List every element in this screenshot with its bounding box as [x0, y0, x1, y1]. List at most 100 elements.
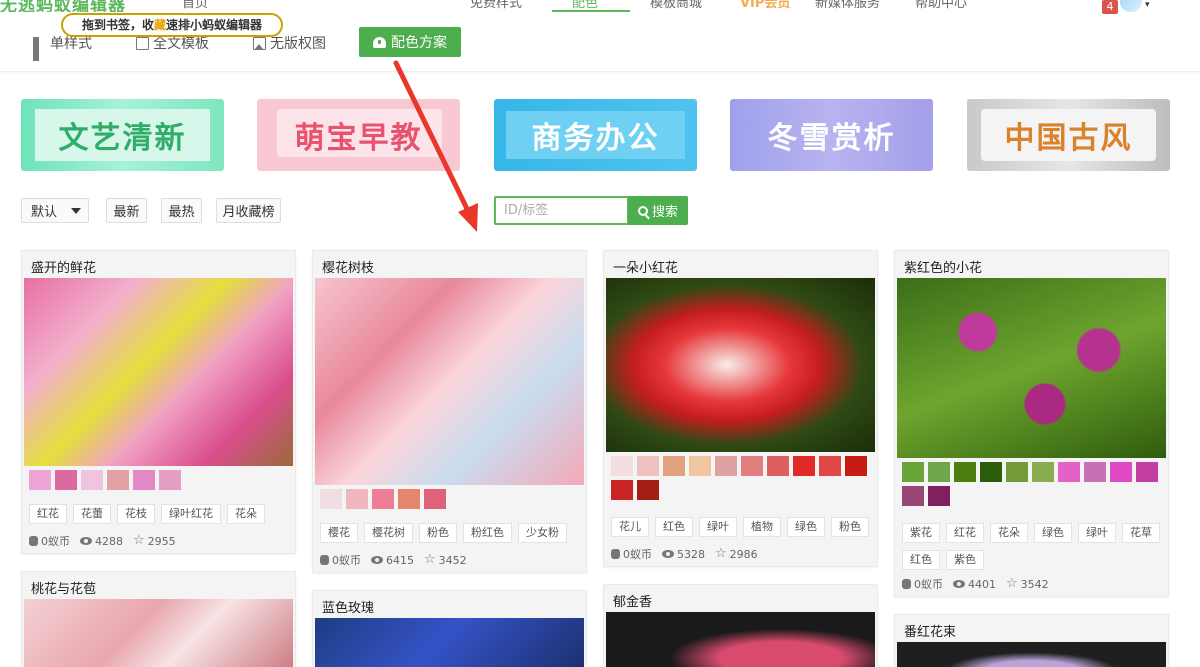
color-scheme-button[interactable]: 配色方案 [359, 27, 461, 57]
search-button[interactable]: 搜索 [628, 196, 688, 225]
color-swatch[interactable] [320, 489, 342, 509]
tag[interactable]: 红花 [946, 523, 984, 543]
chevron-down-icon[interactable]: ▾ [1145, 0, 1150, 10]
tag[interactable]: 绿叶 [1078, 523, 1116, 543]
bookmark-tip[interactable]: 拖到书签，收藏速排小蚂蚁编辑器 [61, 13, 283, 37]
color-swatch[interactable] [81, 470, 103, 490]
color-swatch[interactable] [954, 462, 976, 482]
color-swatch[interactable] [902, 486, 924, 506]
category-banner-literary[interactable]: 文艺清新 [21, 99, 224, 171]
tag[interactable]: 花草 [1122, 523, 1160, 543]
color-swatch[interactable] [793, 456, 815, 476]
search-input[interactable] [494, 196, 629, 225]
color-swatch[interactable] [637, 480, 659, 500]
card-image[interactable] [24, 278, 293, 466]
category-banner-business[interactable]: 商务办公 [494, 99, 697, 171]
tag[interactable]: 樱花 [320, 523, 358, 543]
color-swatch[interactable] [767, 456, 789, 476]
tag[interactable]: 绿色 [1034, 523, 1072, 543]
category-banner-baby[interactable]: 萌宝早教 [257, 99, 460, 171]
color-swatch[interactable] [928, 462, 950, 482]
card-image[interactable] [24, 599, 293, 667]
color-swatch[interactable] [1084, 462, 1106, 482]
color-swatch[interactable] [1110, 462, 1132, 482]
sort-hottest-button[interactable]: 最热 [161, 198, 202, 223]
color-swatch[interactable] [372, 489, 394, 509]
color-card[interactable]: 番红花束 [894, 614, 1169, 667]
tag[interactable]: 少女粉 [518, 523, 567, 543]
color-swatch[interactable] [611, 480, 633, 500]
color-swatch[interactable] [424, 489, 446, 509]
color-swatch[interactable] [346, 489, 368, 509]
color-swatch[interactable] [637, 456, 659, 476]
tag[interactable]: 粉色 [831, 517, 869, 537]
star-icon[interactable]: ☆ [1006, 577, 1018, 590]
color-swatch[interactable] [715, 456, 737, 476]
color-swatch[interactable] [663, 456, 685, 476]
nav-item-home[interactable]: 首页 [182, 0, 208, 11]
color-card[interactable]: 桃花与花苞 [21, 571, 296, 667]
tag[interactable]: 红色 [902, 550, 940, 570]
tag[interactable]: 植物 [743, 517, 781, 537]
card-image[interactable] [897, 278, 1166, 458]
card-image[interactable] [606, 612, 875, 667]
tag[interactable]: 花蕾 [73, 504, 111, 524]
color-swatch[interactable] [55, 470, 77, 490]
nav-item-templates[interactable]: 模板商城 [650, 0, 702, 11]
tag[interactable]: 花朵 [990, 523, 1028, 543]
tag[interactable]: 粉红色 [463, 523, 512, 543]
color-card[interactable]: 一朵小红花 花儿 红色 绿叶 植物 绿色 粉色 0蚁币 5328 ☆ 2986 [603, 250, 878, 567]
star-icon[interactable]: ☆ [715, 547, 727, 560]
color-swatch[interactable] [398, 489, 420, 509]
color-swatch[interactable] [611, 456, 633, 476]
tag[interactable]: 紫色 [946, 550, 984, 570]
card-image[interactable] [897, 642, 1166, 667]
color-swatch[interactable] [928, 486, 950, 506]
sort-newest-button[interactable]: 最新 [106, 198, 147, 223]
category-banner-chinese[interactable]: 中国古风 [967, 99, 1170, 171]
color-swatch[interactable] [159, 470, 181, 490]
color-swatch[interactable] [133, 470, 155, 490]
tag[interactable]: 绿叶 [699, 517, 737, 537]
tag[interactable]: 樱花树 [364, 523, 413, 543]
category-banner-winter[interactable]: 冬雪赏析 [730, 99, 933, 171]
color-swatch[interactable] [902, 462, 924, 482]
color-swatch[interactable] [1006, 462, 1028, 482]
card-image[interactable] [606, 278, 875, 452]
star-icon[interactable]: ☆ [424, 553, 436, 566]
tag[interactable]: 花朵 [227, 504, 265, 524]
color-card[interactable]: 蓝色玫瑰 [312, 590, 587, 667]
color-card[interactable]: 盛开的鲜花 红花 花蕾 花枝 绿叶红花 花朵 0蚁币 4288 ☆ 2955 [21, 250, 296, 554]
color-swatch[interactable] [1032, 462, 1054, 482]
color-swatch[interactable] [980, 462, 1002, 482]
color-swatch[interactable] [29, 470, 51, 490]
tag[interactable]: 绿色 [787, 517, 825, 537]
tag[interactable]: 紫花 [902, 523, 940, 543]
tag[interactable]: 粉色 [419, 523, 457, 543]
nav-item-media[interactable]: 新媒体服务 [815, 0, 880, 11]
card-image[interactable] [315, 618, 584, 667]
color-card[interactable]: 樱花树枝 樱花 樱花树 粉色 粉红色 少女粉 0蚁币 6415 ☆ 3452 [312, 250, 587, 573]
tag[interactable]: 花儿 [611, 517, 649, 537]
color-swatch[interactable] [741, 456, 763, 476]
tag[interactable]: 绿叶红花 [161, 504, 221, 524]
brand-logo[interactable]: 无逃蚂蚁编辑器 [0, 0, 126, 12]
color-card[interactable]: 紫红色的小花 紫花 红花 花朵 绿色 绿叶 花草 红色 紫色 0蚁币 4401 ☆ 3542 [894, 250, 1169, 597]
color-swatch[interactable] [845, 456, 867, 476]
nav-item-styles[interactable]: 免费样式 [470, 0, 522, 11]
notification-badge[interactable]: 4 [1102, 0, 1118, 14]
color-card[interactable]: 郁金香 [603, 584, 878, 667]
color-swatch[interactable] [1136, 462, 1158, 482]
nav-item-help[interactable]: 帮助中心 [915, 0, 967, 11]
star-icon[interactable]: ☆ [133, 534, 145, 547]
color-swatch[interactable] [819, 456, 841, 476]
color-swatch[interactable] [689, 456, 711, 476]
sort-select[interactable]: 默认 [21, 198, 89, 223]
tag[interactable]: 红花 [29, 504, 67, 524]
color-swatch[interactable] [107, 470, 129, 490]
sort-monthly-fav-button[interactable]: 月收藏榜 [216, 198, 281, 223]
tag[interactable]: 红色 [655, 517, 693, 537]
color-swatch[interactable] [1058, 462, 1080, 482]
nav-item-vip[interactable]: VIP会员 [740, 0, 790, 11]
card-image[interactable] [315, 278, 584, 485]
